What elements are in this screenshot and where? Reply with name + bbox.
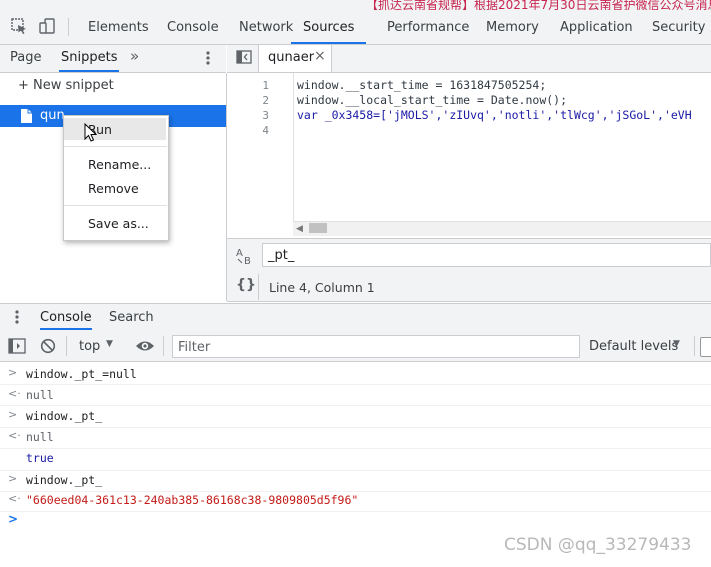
toolbar-divider — [163, 336, 164, 356]
filter-placeholder: Filter — [178, 340, 211, 355]
log-levels-dropdown[interactable]: Default levels — [589, 339, 678, 354]
toolbar-divider — [68, 18, 69, 36]
show-sidebar-icon[interactable] — [8, 338, 26, 354]
line-number: 4 — [262, 124, 269, 137]
chevron-down-icon[interactable]: ▼ — [106, 339, 113, 349]
console-result: "660eed04-361c13-240ab385-86168c38-98098… — [26, 493, 359, 507]
tab-network[interactable]: Network — [239, 18, 293, 42]
scroll-left-icon[interactable]: ◀ — [296, 224, 303, 234]
search-input[interactable] — [262, 243, 711, 267]
line-number: 3 — [262, 109, 269, 122]
result-arrow-icon: <· — [8, 387, 21, 400]
result-arrow-icon: <· — [8, 492, 21, 505]
menu-item-save-as[interactable]: Save as... — [88, 216, 149, 231]
console-result: true — [26, 451, 54, 465]
match-case-icon[interactable]: AB — [235, 246, 255, 267]
result-arrow-icon: <· — [8, 429, 21, 442]
line-number: 1 — [262, 79, 269, 92]
watermark: CSDN @qq_33279433 — [504, 535, 692, 555]
checkbox-partial[interactable] — [700, 337, 711, 357]
console-row — [0, 449, 711, 471]
console-result: null — [26, 430, 54, 444]
console-result: null — [26, 388, 54, 402]
line-number: 2 — [262, 94, 269, 107]
input-prompt-icon: > — [8, 366, 18, 379]
drawer-menu-icon[interactable] — [12, 309, 22, 327]
tab-memory[interactable]: Memory — [486, 18, 539, 42]
menu-item-rename[interactable]: Rename... — [88, 157, 151, 172]
console-row — [0, 406, 711, 428]
drawer-tab-console[interactable]: Console — [40, 310, 92, 330]
menu-separator — [64, 146, 167, 147]
new-snippet-button[interactable]: + New snippet — [18, 78, 114, 93]
toolbar-divider — [66, 336, 67, 356]
code-line[interactable]: window.__local_start_time = Date.now(); — [297, 93, 567, 107]
editor-tab-label: qunaer — [268, 50, 315, 65]
mouse-cursor-icon — [84, 122, 98, 143]
tab-security[interactable]: Security — [652, 18, 705, 42]
console-row — [0, 427, 711, 449]
menu-item-remove[interactable]: Remove — [88, 181, 139, 196]
console-row — [0, 470, 711, 492]
tab-elements[interactable]: Elements — [88, 18, 149, 42]
live-expression-eye-icon[interactable] — [135, 338, 155, 354]
more-tabs-icon[interactable]: » — [130, 47, 139, 65]
device-toolbar-icon[interactable] — [38, 17, 56, 35]
tab-snippets[interactable]: Snippets — [59, 50, 120, 72]
svg-text:A: A — [236, 248, 243, 259]
pretty-print-icon[interactable]: {} — [236, 277, 256, 293]
console-filter-input[interactable] — [172, 335, 580, 358]
tab-sources[interactable]: Sources — [291, 18, 367, 44]
drawer-tabbar — [0, 303, 711, 332]
clear-console-icon[interactable] — [40, 338, 56, 354]
console-input[interactable]: window._pt_=null — [26, 367, 137, 381]
console-input[interactable]: window._pt_ — [26, 409, 102, 423]
code-line[interactable]: var _0x3458=['jMOLS','zIUvq','notli','tl… — [297, 108, 711, 122]
drawer-tab-search[interactable]: Search — [109, 310, 154, 325]
snippet-file-icon — [19, 108, 33, 124]
tab-page[interactable]: Page — [10, 50, 41, 65]
console-row — [0, 385, 711, 406]
search-input-value: _pt_ — [268, 248, 295, 263]
horizontal-scrollbar[interactable] — [293, 221, 711, 236]
input-prompt-icon: > — [8, 472, 18, 485]
close-tab-icon[interactable]: × — [314, 48, 326, 64]
svg-text:B: B — [244, 256, 251, 266]
input-prompt-icon: > — [8, 408, 18, 421]
status-divider — [258, 274, 259, 300]
chevron-down-icon[interactable]: ▼ — [673, 339, 680, 349]
inspect-element-icon[interactable] — [10, 17, 28, 35]
page-header-text: 【抓达云南省规帮】根据2021年7月30日云南省护微信公众号消息 — [366, 0, 711, 10]
tab-application[interactable]: Application — [560, 18, 633, 42]
cursor-position: Line 4, Column 1 — [269, 280, 375, 295]
console-prompt-icon[interactable]: > — [8, 512, 18, 526]
snippet-label: qun — [40, 108, 65, 123]
tab-console[interactable]: Console — [167, 18, 219, 42]
menu-separator — [64, 205, 167, 206]
code-line[interactable]: window.__start_time = 1631847505254; — [297, 78, 546, 92]
toggle-navigator-icon[interactable] — [236, 50, 252, 64]
toolbar-divider — [694, 336, 695, 356]
console-prompt-input[interactable] — [26, 512, 486, 530]
tab-performance[interactable]: Performance — [387, 18, 469, 42]
context-selector[interactable]: top — [79, 339, 100, 354]
menu-item-run-highlight[interactable] — [64, 118, 166, 140]
console-input[interactable]: window._pt_ — [26, 473, 102, 487]
scrollbar-thumb[interactable] — [309, 223, 327, 233]
kebab-menu-icon[interactable] — [203, 49, 213, 67]
